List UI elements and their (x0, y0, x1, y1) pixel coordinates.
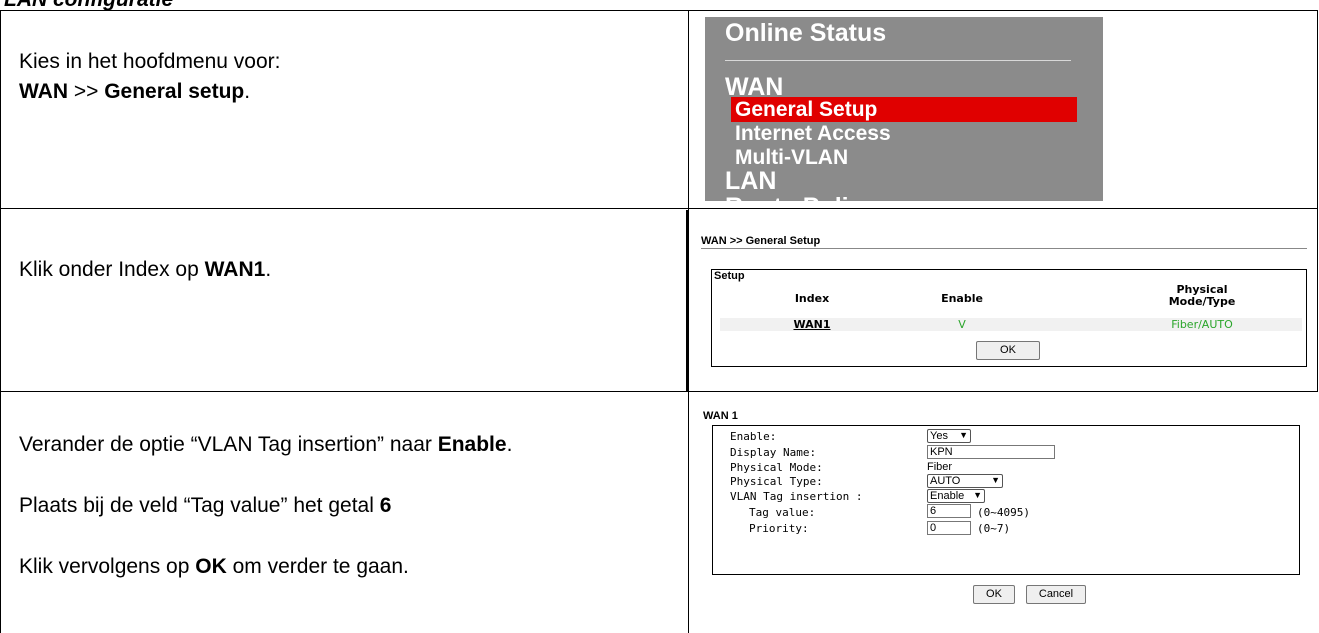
table-column-divider-thick (686, 210, 689, 391)
column-header-index: Index (794, 292, 830, 305)
row-3-line-1-period: . (506, 433, 513, 456)
row-1-separator: >> (68, 80, 105, 103)
wan1-settings-screenshot: WAN 1 Enable: Yes ▼ Display Name: KPN Phy… (697, 405, 1307, 611)
ok-button[interactable]: OK (976, 341, 1040, 360)
breadcrumb: WAN >> General Setup (701, 235, 821, 247)
menu-item-general-setup[interactable]: General Setup (735, 97, 877, 122)
general-setup-screenshot: WAN >> General Setup Setup Index Enable … (697, 231, 1307, 373)
tag-value-input[interactable]: 6 (927, 504, 971, 518)
wan1-physical-value: Fiber/AUTO (1171, 318, 1233, 331)
vlan-tag-insertion-select[interactable]: Enable ▼ (927, 489, 985, 503)
chevron-down-icon: ▼ (973, 490, 982, 500)
wan1-settings-box: Enable: Yes ▼ Display Name: KPN Physical … (712, 425, 1300, 575)
wan1-link[interactable]: WAN1 (772, 318, 852, 331)
row-3-line-3: Klik vervolgens op OK om verder te gaan. (19, 552, 409, 582)
priority-input[interactable]: 0 (927, 521, 971, 535)
label-tag-value: Tag value: (749, 506, 816, 519)
vlan-tag-select-value: Enable (930, 490, 965, 502)
row-1-line-1-text: Kies in het hoofdmenu voor: (19, 50, 281, 73)
row-3-line-1-text: Verander de optie “VLAN Tag insertion” n… (19, 433, 438, 456)
column-header-mode-type: Mode/Type (1168, 295, 1236, 308)
setup-label: Setup (714, 270, 745, 282)
table-row-divider-2 (0, 391, 1318, 392)
table-row-divider-1 (0, 208, 1318, 209)
row-3-line-3-text: Klik vervolgens op (19, 555, 196, 578)
label-enable: Enable: (730, 430, 777, 443)
wan1-enable-value: V (958, 318, 966, 331)
row-2-line-1: Klik onder Index op WAN1. (19, 255, 271, 285)
row-3-line-2: Plaats bij de veld “Tag value” het getal… (19, 491, 391, 521)
row-2-period: . (265, 258, 272, 281)
row-3-enable: Enable (437, 433, 507, 456)
label-physical-mode: Physical Mode: (730, 461, 823, 474)
physical-type-select-value: AUTO (930, 475, 961, 487)
row-1-line-1: Kies in het hoofdmenu voor: (19, 47, 281, 77)
label-physical-type: Physical Type: (730, 475, 823, 488)
menu-lan[interactable]: LAN (725, 167, 776, 196)
chevron-down-icon: ▼ (991, 475, 1000, 485)
row-3-line-1: Verander de optie “VLAN Tag insertion” n… (19, 430, 512, 460)
row-1-wan: WAN (19, 80, 68, 103)
breadcrumb-underline (701, 248, 1307, 249)
menu-next-partial[interactable]: Route Poli (725, 193, 849, 201)
cancel-button[interactable]: Cancel (1026, 585, 1086, 604)
enable-select-value: Yes (930, 430, 948, 442)
row-3-instruction-3: Klik vervolgens op OK om verder te gaan. (19, 552, 409, 582)
table-border-right-1 (1317, 10, 1318, 208)
wan1-title: WAN 1 (703, 410, 738, 422)
main-menu-screenshot: Online Status WAN General Setup Internet… (705, 17, 1103, 201)
menu-item-internet-access[interactable]: Internet Access (735, 121, 891, 146)
chevron-down-icon: ▼ (959, 430, 968, 440)
row-3-instruction-2: Plaats bij de veld “Tag value” het getal… (19, 491, 391, 521)
column-header-enable: Enable (941, 292, 983, 305)
menu-separator (725, 60, 1071, 61)
menu-online-status[interactable]: Online Status (725, 19, 886, 48)
table-border-left (0, 10, 1, 633)
physical-mode-value: Fiber (927, 461, 953, 473)
row-1-period: . (244, 80, 251, 103)
label-priority: Priority: (749, 522, 809, 535)
row-3-line-2-text: Plaats bij de veld “Tag value” het getal (19, 494, 380, 517)
enable-select[interactable]: Yes ▼ (927, 429, 971, 443)
row-3-ok: OK (195, 555, 227, 578)
ok-button[interactable]: OK (973, 585, 1015, 604)
row-1-line-2: WAN >> General setup. (19, 77, 281, 107)
row-2-wan1: WAN1 (204, 258, 266, 281)
setup-box: Setup Index Enable Physical Mode/Type WA… (711, 269, 1307, 367)
row-1-general-setup: General setup (104, 80, 245, 103)
display-name-input[interactable]: KPN (927, 445, 1055, 459)
priority-hint: (0~7) (977, 522, 1011, 535)
table-border-top (0, 10, 1318, 11)
physical-type-select[interactable]: AUTO ▼ (927, 474, 1003, 488)
row-1-instruction: Kies in het hoofdmenu voor: WAN >> Gener… (19, 47, 281, 107)
row-3-six: 6 (379, 494, 392, 517)
label-vlan-tag-insertion: VLAN Tag insertion : (730, 490, 863, 503)
label-display-name: Display Name: (730, 446, 817, 459)
row-2-text: Klik onder Index op (19, 258, 205, 281)
tag-value-hint: (0~4095) (977, 506, 1030, 519)
row-3-instruction-1: Verander de optie “VLAN Tag insertion” n… (19, 430, 512, 460)
table-border-right-2 (1317, 208, 1318, 391)
row-2-instruction: Klik onder Index op WAN1. (19, 255, 271, 285)
row-3-line-3-tail: om verder te gaan. (226, 555, 409, 578)
